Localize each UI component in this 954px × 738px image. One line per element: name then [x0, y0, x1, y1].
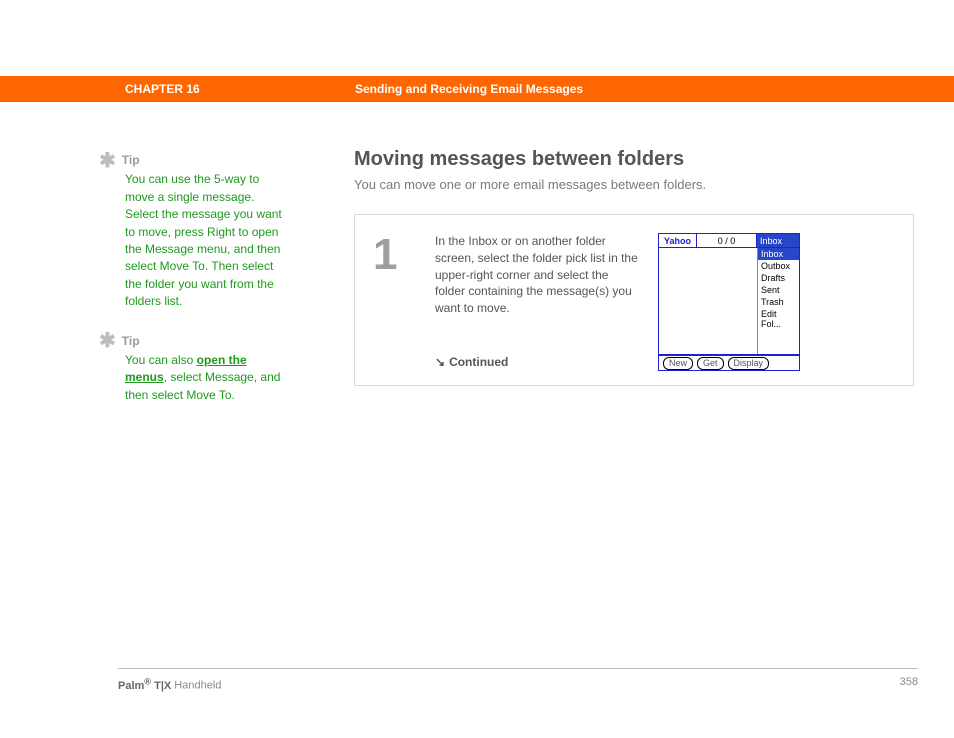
tip-2: ✱ Tip You can also open the menus, selec…	[99, 333, 284, 405]
section-heading: Moving messages between folders	[354, 148, 914, 171]
folder-item[interactable]: Inbox	[758, 248, 799, 260]
page-number: 358	[900, 676, 918, 692]
sidebar: ✱ Tip You can use the 5-way to move a si…	[99, 152, 284, 426]
chapter-title: Sending and Receiving Email Messages	[355, 82, 583, 96]
step-text: In the Inbox or on another folder screen…	[435, 233, 640, 317]
device-folder-picker[interactable]: Inbox	[757, 234, 799, 247]
folder-item[interactable]: Sent	[758, 284, 799, 296]
step-number: 1	[373, 233, 413, 371]
folder-item[interactable]: Drafts	[758, 272, 799, 284]
device-get-button[interactable]: Get	[697, 357, 724, 370]
footer: Palm® T|X Handheld 358	[118, 676, 918, 692]
continued-arrow-icon: ↘	[435, 354, 445, 371]
header-bar: CHAPTER 16 Sending and Receiving Email M…	[0, 76, 954, 102]
folder-item[interactable]: Trash	[758, 296, 799, 308]
footer-rule	[118, 668, 918, 669]
brand-model: T|X	[151, 680, 171, 692]
device-display-button[interactable]: Display	[728, 357, 770, 370]
device-folder-list[interactable]: Inbox Outbox Drafts Sent Trash Edit Fol.…	[757, 248, 799, 354]
device-account: Yahoo	[659, 234, 697, 247]
brand-suffix: Handheld	[171, 680, 221, 692]
brand-name: Palm	[118, 680, 144, 692]
tip-body: You can use the 5-way to move a single m…	[125, 171, 284, 310]
tip-label: Tip	[122, 333, 140, 350]
tip-body: You can also open the menus, select Mess…	[125, 352, 284, 404]
step-box: 1 In the Inbox or on another folder scre…	[354, 214, 914, 386]
folder-item[interactable]: Edit Fol...	[758, 308, 799, 330]
section-intro: You can move one or more email messages …	[354, 177, 914, 192]
device-new-button[interactable]: New	[663, 357, 693, 370]
footer-brand: Palm® T|X Handheld	[118, 676, 221, 692]
tip-label: Tip	[122, 152, 140, 169]
tip-1: ✱ Tip You can use the 5-way to move a si…	[99, 152, 284, 311]
main-content: Moving messages between folders You can …	[354, 148, 914, 386]
folder-item[interactable]: Outbox	[758, 260, 799, 272]
device-counter: 0 / 0	[697, 234, 757, 247]
chapter-label: CHAPTER 16	[125, 82, 355, 96]
tip-text-pre: You can also	[125, 353, 197, 367]
device-message-list	[659, 248, 757, 354]
continued-indicator: ↘ Continued	[435, 354, 640, 371]
asterisk-icon: ✱	[99, 335, 116, 347]
asterisk-icon: ✱	[99, 155, 116, 167]
continued-label: Continued	[449, 354, 508, 371]
device-screenshot: Yahoo 0 / 0 Inbox Inbox Outbox Drafts Se…	[658, 233, 800, 371]
